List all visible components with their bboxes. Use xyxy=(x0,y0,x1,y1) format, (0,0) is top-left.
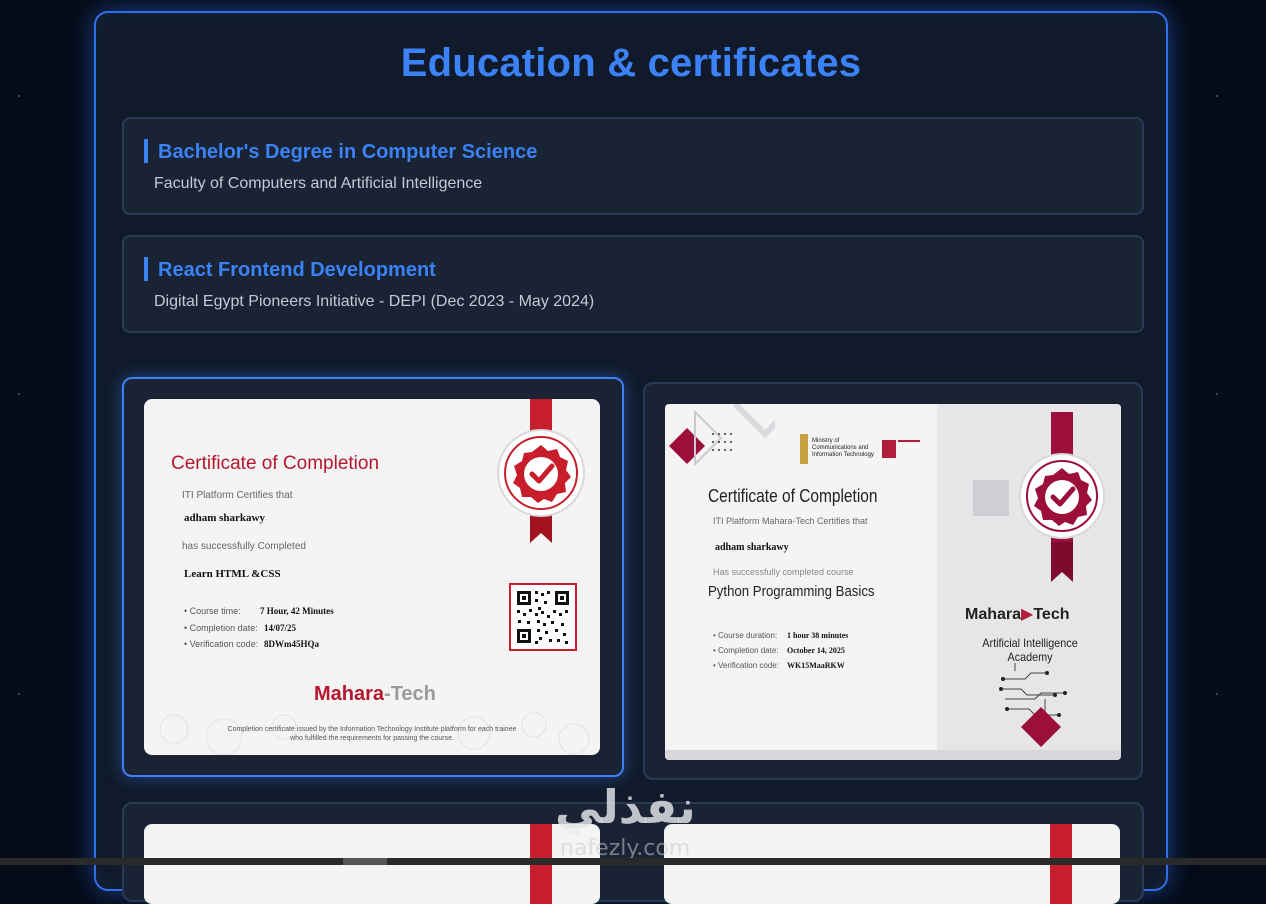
detail-verification-code: • Verification code: 8DWm45HQa xyxy=(184,639,319,649)
detail-course-time: • Course time: 7 Hour, 42 Minutes xyxy=(184,606,334,616)
detail-completion-date: • Completion date: 14/07/25 xyxy=(184,623,297,633)
watermark-logo: نفذلي xyxy=(555,780,696,834)
accent-bar xyxy=(144,257,148,281)
mahara-tech-logo: Mahara▶Tech xyxy=(965,606,1070,623)
recipient-name: adham sharkawy xyxy=(715,542,789,553)
certificate-heading: Certificate of Completion xyxy=(171,453,380,474)
brain-circuit-icon xyxy=(999,663,1067,747)
detail-course-duration: • Course duration: 1 hour 38 minutes xyxy=(713,631,849,640)
section-title: Education & certificates xyxy=(400,41,862,85)
certificate-image[interactable]: Certificate of Completion ITI Platform C… xyxy=(144,399,600,755)
education-subtitle: Faculty of Computers and Artificial Inte… xyxy=(154,175,483,192)
certificate-card-html-css[interactable]: Certificate of Completion ITI Platform C… xyxy=(122,377,624,777)
scrollbar-thumb[interactable] xyxy=(343,858,387,865)
course-name: Python Programming Basics xyxy=(708,583,875,600)
seal-ribbon-icon xyxy=(1019,412,1105,582)
certificate-footer: Completion certificate issued by the Inf… xyxy=(227,726,517,742)
corner-diamonds-icon xyxy=(669,404,775,467)
bottom-strip xyxy=(665,750,1121,760)
certificate-image[interactable]: Ministry of Communications and Informati… xyxy=(665,404,1121,760)
education-subtitle: Digital Egypt Pioneers Initiative - DEPI… xyxy=(154,293,595,310)
seal-ribbon-icon xyxy=(497,399,585,543)
completed-line: Has successfully completed course xyxy=(713,567,854,577)
education-certificates-section: Education & certificates Bachelor's Degr… xyxy=(94,11,1168,904)
education-card-react: React Frontend Development Digital Egypt… xyxy=(122,235,1144,333)
certificate-heading: Certificate of Completion xyxy=(708,486,878,506)
certifies-line: ITI Platform Mahara-Tech Certifies that xyxy=(713,516,868,526)
decorative-square xyxy=(973,480,1009,516)
detail-completion-date: • Completion date: October 14, 2025 xyxy=(713,646,845,655)
horizontal-scrollbar[interactable] xyxy=(0,858,1266,865)
certifies-line: ITI Platform Certifies that xyxy=(182,490,293,501)
education-card-bachelor: Bachelor's Degree in Computer Science Fa… xyxy=(122,117,1144,215)
completed-line: has successfully Completed xyxy=(182,541,306,552)
recipient-name: adham sharkawy xyxy=(184,512,265,524)
qr-code-icon xyxy=(509,583,577,651)
education-title: Bachelor's Degree in Computer Science xyxy=(158,141,538,163)
course-name: Learn HTML &CSS xyxy=(184,568,281,580)
accent-bar xyxy=(144,139,148,163)
detail-verification-code: • Verification code: WK15MaaRKW xyxy=(713,661,845,670)
education-title: React Frontend Development xyxy=(158,259,436,281)
certificate-card-python[interactable]: Ministry of Communications and Informati… xyxy=(643,382,1143,780)
ministry-logo: Ministry of Communications and Informati… xyxy=(800,434,920,464)
